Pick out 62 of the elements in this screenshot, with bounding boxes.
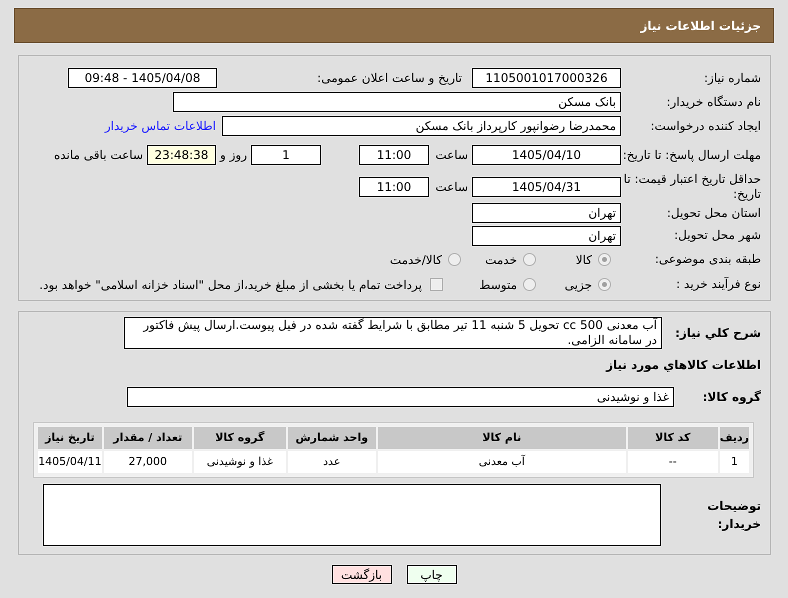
print-button[interactable]: چاپ [406, 565, 456, 584]
need-number-field: 1105001017000326 [472, 68, 621, 88]
field-label: شماره نیاز: [703, 70, 761, 86]
province-field: تهران [472, 203, 621, 223]
field-label: استان محل تحویل: [666, 206, 761, 220]
goods-group-field: غذا و نوشیدنی [127, 387, 674, 407]
back-button[interactable]: بازگشت [332, 565, 392, 584]
radio-button[interactable] [598, 278, 611, 291]
column-header: ردیف [720, 427, 749, 449]
field-label: ساعت [434, 147, 469, 164]
field-label: توضیحات خریدار: [706, 498, 761, 533]
buyer-contact-link[interactable]: اطلاعات تماس خریدار [104, 117, 216, 135]
field-label: حداقل تاریخ اعتبار قیمت: تا تاریخ: [622, 172, 761, 202]
field-label: متوسط [479, 276, 517, 294]
column-header: تاریخ نیاز [38, 427, 102, 449]
description-field: آب معدنی 500 cc تحویل 5 شنبه 11 تیر مطابق با شرایط گفته شده در فیل پیوست.ارسال پیش فاکتور در سامانه الزامی. [124, 317, 662, 349]
announce-date-field: 1405/04/08 - 09:48 [68, 68, 217, 88]
checkbox[interactable] [430, 278, 443, 291]
field-label: جزیی [564, 276, 592, 294]
field-label: پرداخت تمام یا بخشی از مبلغ خرید،از محل "اسناد خزانه اسلامی" خواهد بود. [39, 276, 422, 294]
field-label: کالا/خدمت [390, 252, 442, 268]
field-label: شهر محل تحویل: [673, 228, 761, 243]
field-label: ساعت [434, 179, 469, 196]
table-cell: عدد [288, 451, 376, 473]
column-header: تعداد / مقدار [104, 427, 192, 449]
field-label: طبقه بندی موضوعی: [654, 252, 761, 267]
column-header: واحد شمارش [288, 427, 376, 449]
buyer-field: بانک مسکن [173, 92, 621, 112]
field-label: ایجاد کننده درخواست: [649, 118, 761, 134]
column-header: نام کالا [378, 427, 626, 449]
field-label: نام دستگاه خریدار: [666, 94, 761, 110]
column-header: گروه کالا [194, 427, 286, 449]
radio-button[interactable] [598, 253, 611, 266]
table-cell: 1 [720, 451, 749, 473]
radio-button[interactable] [448, 253, 461, 266]
radio-button[interactable] [523, 253, 536, 266]
field-label: تاریخ و ساعت اعلان عمومی: [316, 70, 463, 86]
field-label: گروه کالا: [702, 389, 761, 406]
time-field: 11:00 [359, 177, 429, 197]
field-label: شرح کلي نیاز: [674, 325, 761, 342]
field-label: خدمت [485, 252, 517, 268]
field-label: کالا [576, 252, 592, 268]
date-field: 1405/04/10 [472, 145, 621, 165]
date-field: 1405/04/31 [472, 177, 621, 197]
table-cell: 27,000 [104, 451, 192, 473]
column-header: کد کالا [628, 427, 718, 449]
table-cell: غذا و نوشیدنی [194, 451, 286, 473]
table-cell: -- [628, 451, 718, 473]
section-title: اطلاعات کالاهاي مورد نیاز [604, 357, 761, 374]
table-cell: 1405/04/11 [38, 451, 102, 473]
creator-field: محمدرضا رضوانپور کارپرداز بانک مسکن [222, 116, 621, 136]
radio-button[interactable] [523, 278, 536, 291]
field-label: مهلت ارسال پاسخ: تا تاریخ: [622, 148, 761, 162]
city-field: تهران [472, 226, 621, 246]
days-field: 1 [251, 145, 321, 165]
time-field: 11:00 [359, 145, 429, 165]
remaining-time-field: 23:48:38 [147, 145, 216, 165]
page-title: جزئیات اطلاعات نیاز [640, 18, 761, 34]
field-label: روز و [218, 147, 248, 164]
field-label: نوع فرآیند خرید : [675, 277, 761, 292]
table-cell: آب معدنی [378, 451, 626, 473]
field-label: ساعت باقی مانده [54, 147, 144, 164]
